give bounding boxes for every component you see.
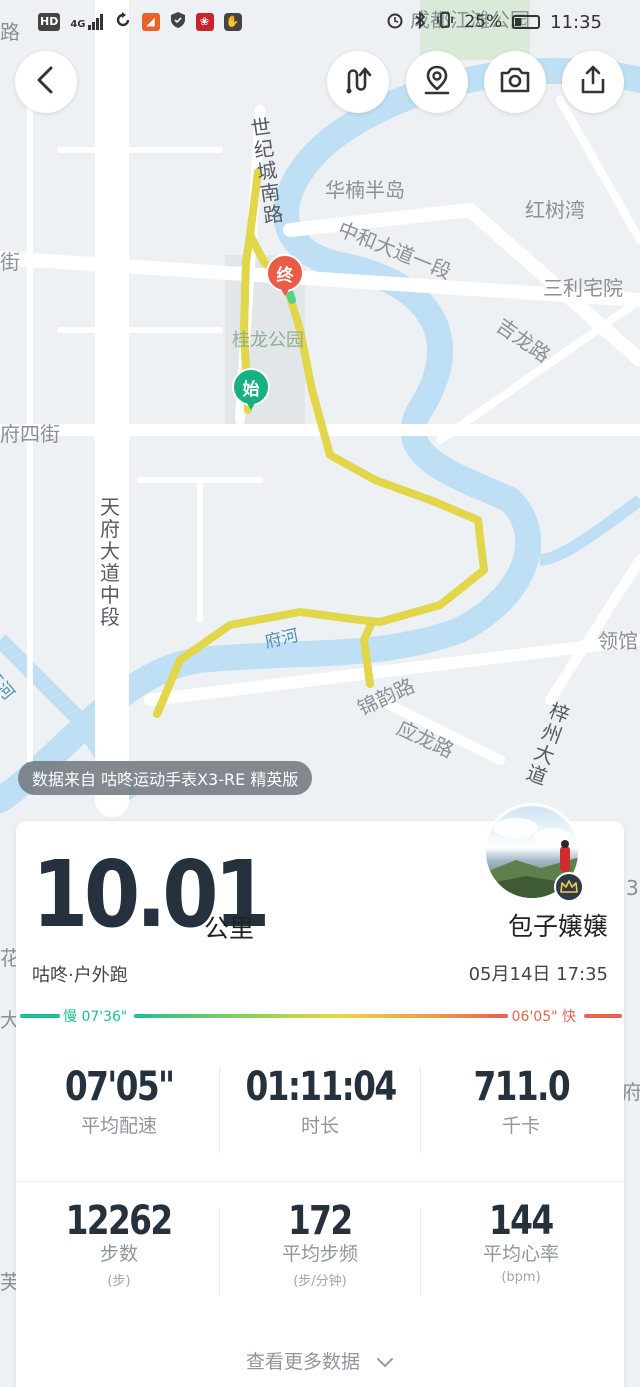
data-source-pill: 数据来自 咕咚运动手表X3-RE 精英版 [18, 761, 313, 795]
more-data-button[interactable]: 查看更多数据 [16, 1347, 624, 1374]
battery-icon [512, 15, 541, 29]
signal-icon: 4G [70, 14, 103, 30]
hd-icon: HD [38, 13, 61, 31]
location-button[interactable] [406, 51, 468, 113]
stat-value: 07'05" [64, 1064, 175, 1110]
map-label-huanan: 华楠半岛 [325, 178, 405, 202]
share-icon [576, 63, 610, 101]
stat-unit: (步) [107, 1274, 131, 1289]
map-label-fu-si-jie: 府四街 [0, 422, 60, 446]
sport-type: 咕咚·户外跑 [32, 965, 128, 986]
camera-button[interactable] [484, 51, 546, 113]
crown-icon [554, 872, 584, 902]
stat-calories: 711.0 千卡 [421, 1065, 621, 1138]
stat-cadence: 172 平均步频 (步/分钟) [220, 1199, 420, 1289]
stat-value: 144 [489, 1198, 554, 1244]
share-button[interactable] [562, 51, 624, 113]
stat-label: 千卡 [501, 1115, 540, 1137]
distance-unit: 公里 [204, 914, 255, 943]
start-marker[interactable]: 始 [232, 368, 270, 414]
map-pin-icon [420, 63, 454, 101]
battery-percent: 25% [464, 12, 503, 32]
chevron-left-icon [33, 65, 59, 99]
app-red-icon: ❀ [195, 13, 214, 31]
bluetooth-icon [414, 10, 426, 34]
vibrate-icon [436, 11, 454, 34]
alarm-icon [386, 11, 404, 34]
pace-slow-label: 慢 07'36" [60, 1006, 131, 1026]
stat-label: 平均配速 [80, 1115, 157, 1137]
map-label-sanli: 三利宅院 [543, 276, 623, 300]
stat-unit: (bpm) [501, 1270, 541, 1285]
camera-icon [498, 63, 532, 101]
map-label-hongshuwan: 红树湾 [525, 198, 585, 222]
stat-steps: 12262 步数 (步) [19, 1199, 219, 1289]
status-bar: HD 4G ◢ ❀ ✋ 25% 11:35 [0, 0, 640, 44]
route-button[interactable] [327, 51, 389, 113]
stat-heart-rate: 144 平均心率 (bpm) [421, 1199, 621, 1285]
chevron-down-icon [376, 1352, 394, 1374]
stat-value: 711.0 [473, 1064, 570, 1110]
map-label-lingguan: 领馆 [598, 629, 638, 653]
divider [16, 1181, 624, 1182]
map-label-fu: 府 [622, 1080, 640, 1104]
stat-duration: 01:11:04 时长 [220, 1065, 420, 1138]
status-time: 11:35 [550, 11, 602, 33]
stat-value: 01:11:04 [244, 1064, 397, 1110]
activity-datetime: 05月14日 17:35 [468, 964, 608, 985]
stat-unit: (步/分钟) [293, 1274, 347, 1289]
username[interactable]: 包子嬢嬢 [508, 907, 608, 943]
map-label-tianfu: 天府大道中段 [100, 495, 120, 629]
more-data-label: 查看更多数据 [245, 1351, 360, 1373]
network-type: 4G [70, 19, 86, 30]
back-button[interactable] [15, 51, 77, 113]
route-icon [341, 63, 375, 101]
stat-avg-pace: 07'05" 平均配速 [19, 1065, 219, 1138]
stat-value: 172 [288, 1198, 353, 1244]
map-label-san: 3 [626, 876, 639, 900]
map-label-guilong-park: 桂龙公园 [232, 330, 304, 351]
sync-icon [114, 11, 132, 34]
map-label-jie: 街 [0, 250, 20, 274]
stat-value: 12262 [66, 1198, 174, 1244]
activity-summary-card: 10.01 公里 包子嬢嬢 咕咚·户外跑 05月14日 17:35 慢 07'3… [16, 803, 624, 1387]
shield-icon [170, 11, 186, 33]
end-marker[interactable]: 终 [266, 254, 304, 300]
app-notification-icon: ◢ [141, 13, 160, 31]
stat-label: 时长 [300, 1115, 339, 1137]
pace-fast-label: 06'05" 快 [508, 1006, 579, 1026]
app-dark-icon: ✋ [223, 13, 242, 31]
